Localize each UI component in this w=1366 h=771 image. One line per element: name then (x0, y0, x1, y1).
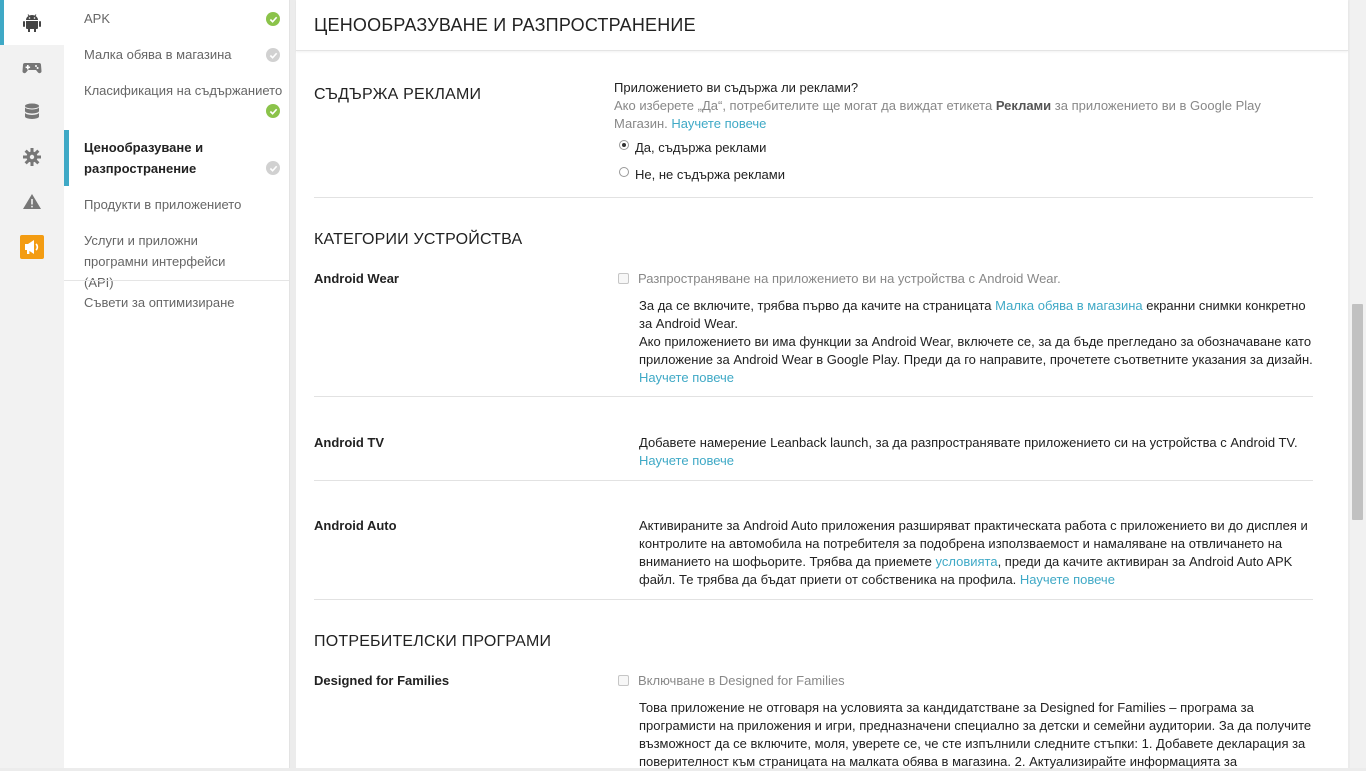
android-wear-text-2: Ако приложението ви има функции за Andro… (639, 334, 1313, 385)
android-tv-learn-more-link[interactable]: Научете повече (639, 453, 734, 468)
terms-link[interactable]: условията (936, 554, 998, 569)
nav-item-pricing-distribution[interactable]: Ценообразуване и разпространение (64, 130, 289, 186)
ads-question: Приложението ви съдържа ли реклами? (614, 80, 859, 95)
gamepad-icon (22, 62, 42, 73)
nav-item-label: Малка обява в магазина (84, 47, 232, 62)
ads-yes-radio[interactable] (619, 140, 629, 150)
ads-yes-label[interactable]: Да, съдържа реклами (635, 139, 766, 157)
designed-for-families-checkbox-label: Включване в Designed for Families (638, 673, 845, 688)
android-wear-checkbox-label: Разпространяване на приложението ви на у… (638, 271, 1061, 286)
scrollbar-thumb[interactable] (1352, 304, 1363, 520)
rail-item-alerts[interactable] (0, 179, 64, 224)
designed-for-families-checkbox[interactable] (618, 675, 629, 686)
android-wear-text-1: За да се включите, трябва първо да качит… (639, 298, 1306, 331)
nav-item-label: Съвети за оптимизиране (84, 295, 235, 310)
android-wear-checkbox[interactable] (618, 273, 629, 284)
divider (314, 396, 1313, 397)
store-listing-link[interactable]: Малка обява в магазина (995, 298, 1143, 313)
designed-for-families-label: Designed for Families (314, 673, 450, 688)
page-title: ЦЕНООБРАЗУВАНЕ И РАЗПРОСТРАНЕНИЕ (314, 15, 696, 35)
ads-learn-more-link[interactable]: Научете повече (671, 116, 766, 131)
ads-no-label[interactable]: Не, не съдържа реклами (635, 166, 785, 184)
device-categories-heading: КАТЕГОРИИ УСТРОЙСТВА (314, 231, 523, 248)
android-auto-label: Android Auto (314, 518, 397, 533)
android-auto-learn-more-link[interactable]: Научете повече (1020, 572, 1115, 587)
check-pending-icon (266, 161, 280, 175)
nav-item-apk[interactable]: APK (64, 8, 289, 29)
nav-divider (64, 280, 289, 281)
alert-icon (23, 193, 41, 209)
nav-item-label: Услуги и приложни програмни интерфейси (… (84, 233, 226, 290)
secondary-nav: APK Малка обява в магазина Класификация … (64, 0, 290, 768)
main-content: ЦЕНООБРАЗУВАНЕ И РАЗПРОСТРАНЕНИЕ СЪДЪРЖА… (296, 0, 1348, 769)
nav-item-in-app-products[interactable]: Продукти в приложението (64, 194, 289, 215)
designed-for-families-text: Това приложение не отговаря на условията… (639, 700, 1312, 769)
nav-item-services-apis[interactable]: Услуги и приложни програмни интерфейси (… (64, 230, 289, 293)
nav-item-content-rating[interactable]: Класификация на съдържанието (64, 80, 289, 118)
megaphone-icon (20, 234, 44, 259)
scrollbar[interactable] (1350, 0, 1366, 768)
title-bar: ЦЕНООБРАЗУВАНЕ И РАЗПРОСТРАНЕНИЕ (296, 0, 1348, 51)
divider (314, 480, 1313, 481)
nav-item-store-listing[interactable]: Малка обява в магазина (64, 44, 289, 65)
check-complete-icon (266, 104, 280, 118)
android-wear-learn-more-link[interactable]: Научете повече (639, 370, 734, 385)
android-auto-text: Активираните за Android Auto приложения … (639, 518, 1308, 587)
ads-no-radio[interactable] (619, 167, 629, 177)
android-tv-text: Добавете намерение Leanback launch, за д… (639, 435, 1298, 468)
rail-item-promo[interactable] (0, 224, 64, 269)
ads-heading: СЪДЪРЖА РЕКЛАМИ (314, 86, 482, 103)
nav-item-optimization-tips[interactable]: Съвети за оптимизиране (64, 292, 289, 313)
nav-item-label: Продукти в приложението (84, 197, 242, 212)
divider (314, 599, 1313, 600)
database-icon (25, 103, 39, 119)
nav-item-label: Класификация на съдържанието (84, 83, 283, 98)
ads-help-text: Ако изберете „Да“, потребителите ще мога… (614, 98, 1261, 131)
user-programs-heading: ПОТРЕБИТЕЛСКИ ПРОГРАМИ (314, 633, 552, 650)
android-icon (23, 13, 41, 32)
nav-item-label: APK (84, 11, 111, 26)
icon-rail (0, 0, 65, 768)
nav-item-label: Ценообразуване и разпространение (84, 140, 204, 176)
rail-item-games[interactable] (0, 44, 64, 89)
divider (314, 197, 1313, 198)
check-complete-icon (266, 12, 280, 26)
check-pending-icon (266, 48, 280, 62)
rail-item-services[interactable] (0, 89, 64, 134)
rail-item-android[interactable] (0, 0, 64, 45)
rail-item-settings[interactable] (0, 134, 64, 179)
gear-icon (23, 147, 41, 166)
android-tv-label: Android TV (314, 435, 385, 450)
android-wear-label: Android Wear (314, 271, 399, 286)
